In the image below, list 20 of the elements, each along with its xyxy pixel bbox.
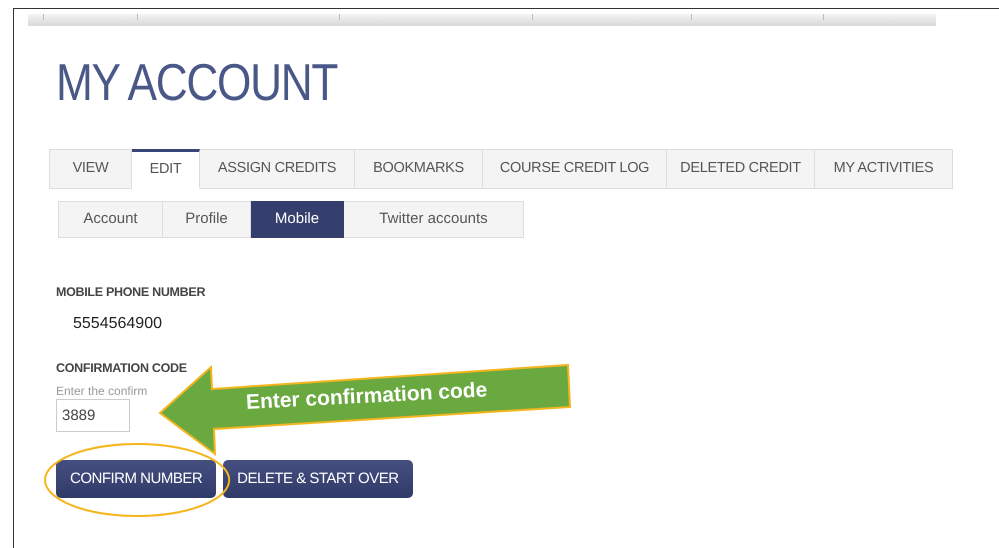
page-title: MY ACCOUNT	[56, 57, 338, 109]
tab[interactable]: EDIT	[132, 149, 200, 189]
tab[interactable]: COURSE CREDIT LOG	[483, 149, 667, 189]
help-text: Enter the confirm	[56, 383, 148, 400]
tab[interactable]: ASSIGN CREDITS	[200, 149, 355, 189]
subtab[interactable]: Profile	[163, 201, 251, 238]
subtab[interactable]: Twitter accounts	[344, 201, 524, 238]
tab[interactable]: DELETED CREDIT	[667, 149, 815, 189]
tab[interactable]: VIEW	[49, 149, 132, 189]
tab[interactable]: BOOKMARKS	[355, 149, 483, 189]
tab[interactable]: MY ACTIVITIES	[815, 149, 953, 189]
action-button[interactable]: DELETE & START OVER	[223, 460, 413, 498]
callout-text: Enter confirmation code	[245, 377, 488, 416]
field-label: CONFIRMATION CODE	[56, 360, 187, 377]
input-field[interactable]: 3889	[56, 399, 130, 432]
phone-number: 5554564900	[73, 314, 162, 334]
action-button[interactable]: CONFIRM NUMBER	[56, 460, 216, 498]
subtab[interactable]: Mobile	[251, 201, 344, 238]
subtab[interactable]: Account	[58, 201, 163, 238]
field-label: MOBILE PHONE NUMBER	[56, 284, 206, 301]
